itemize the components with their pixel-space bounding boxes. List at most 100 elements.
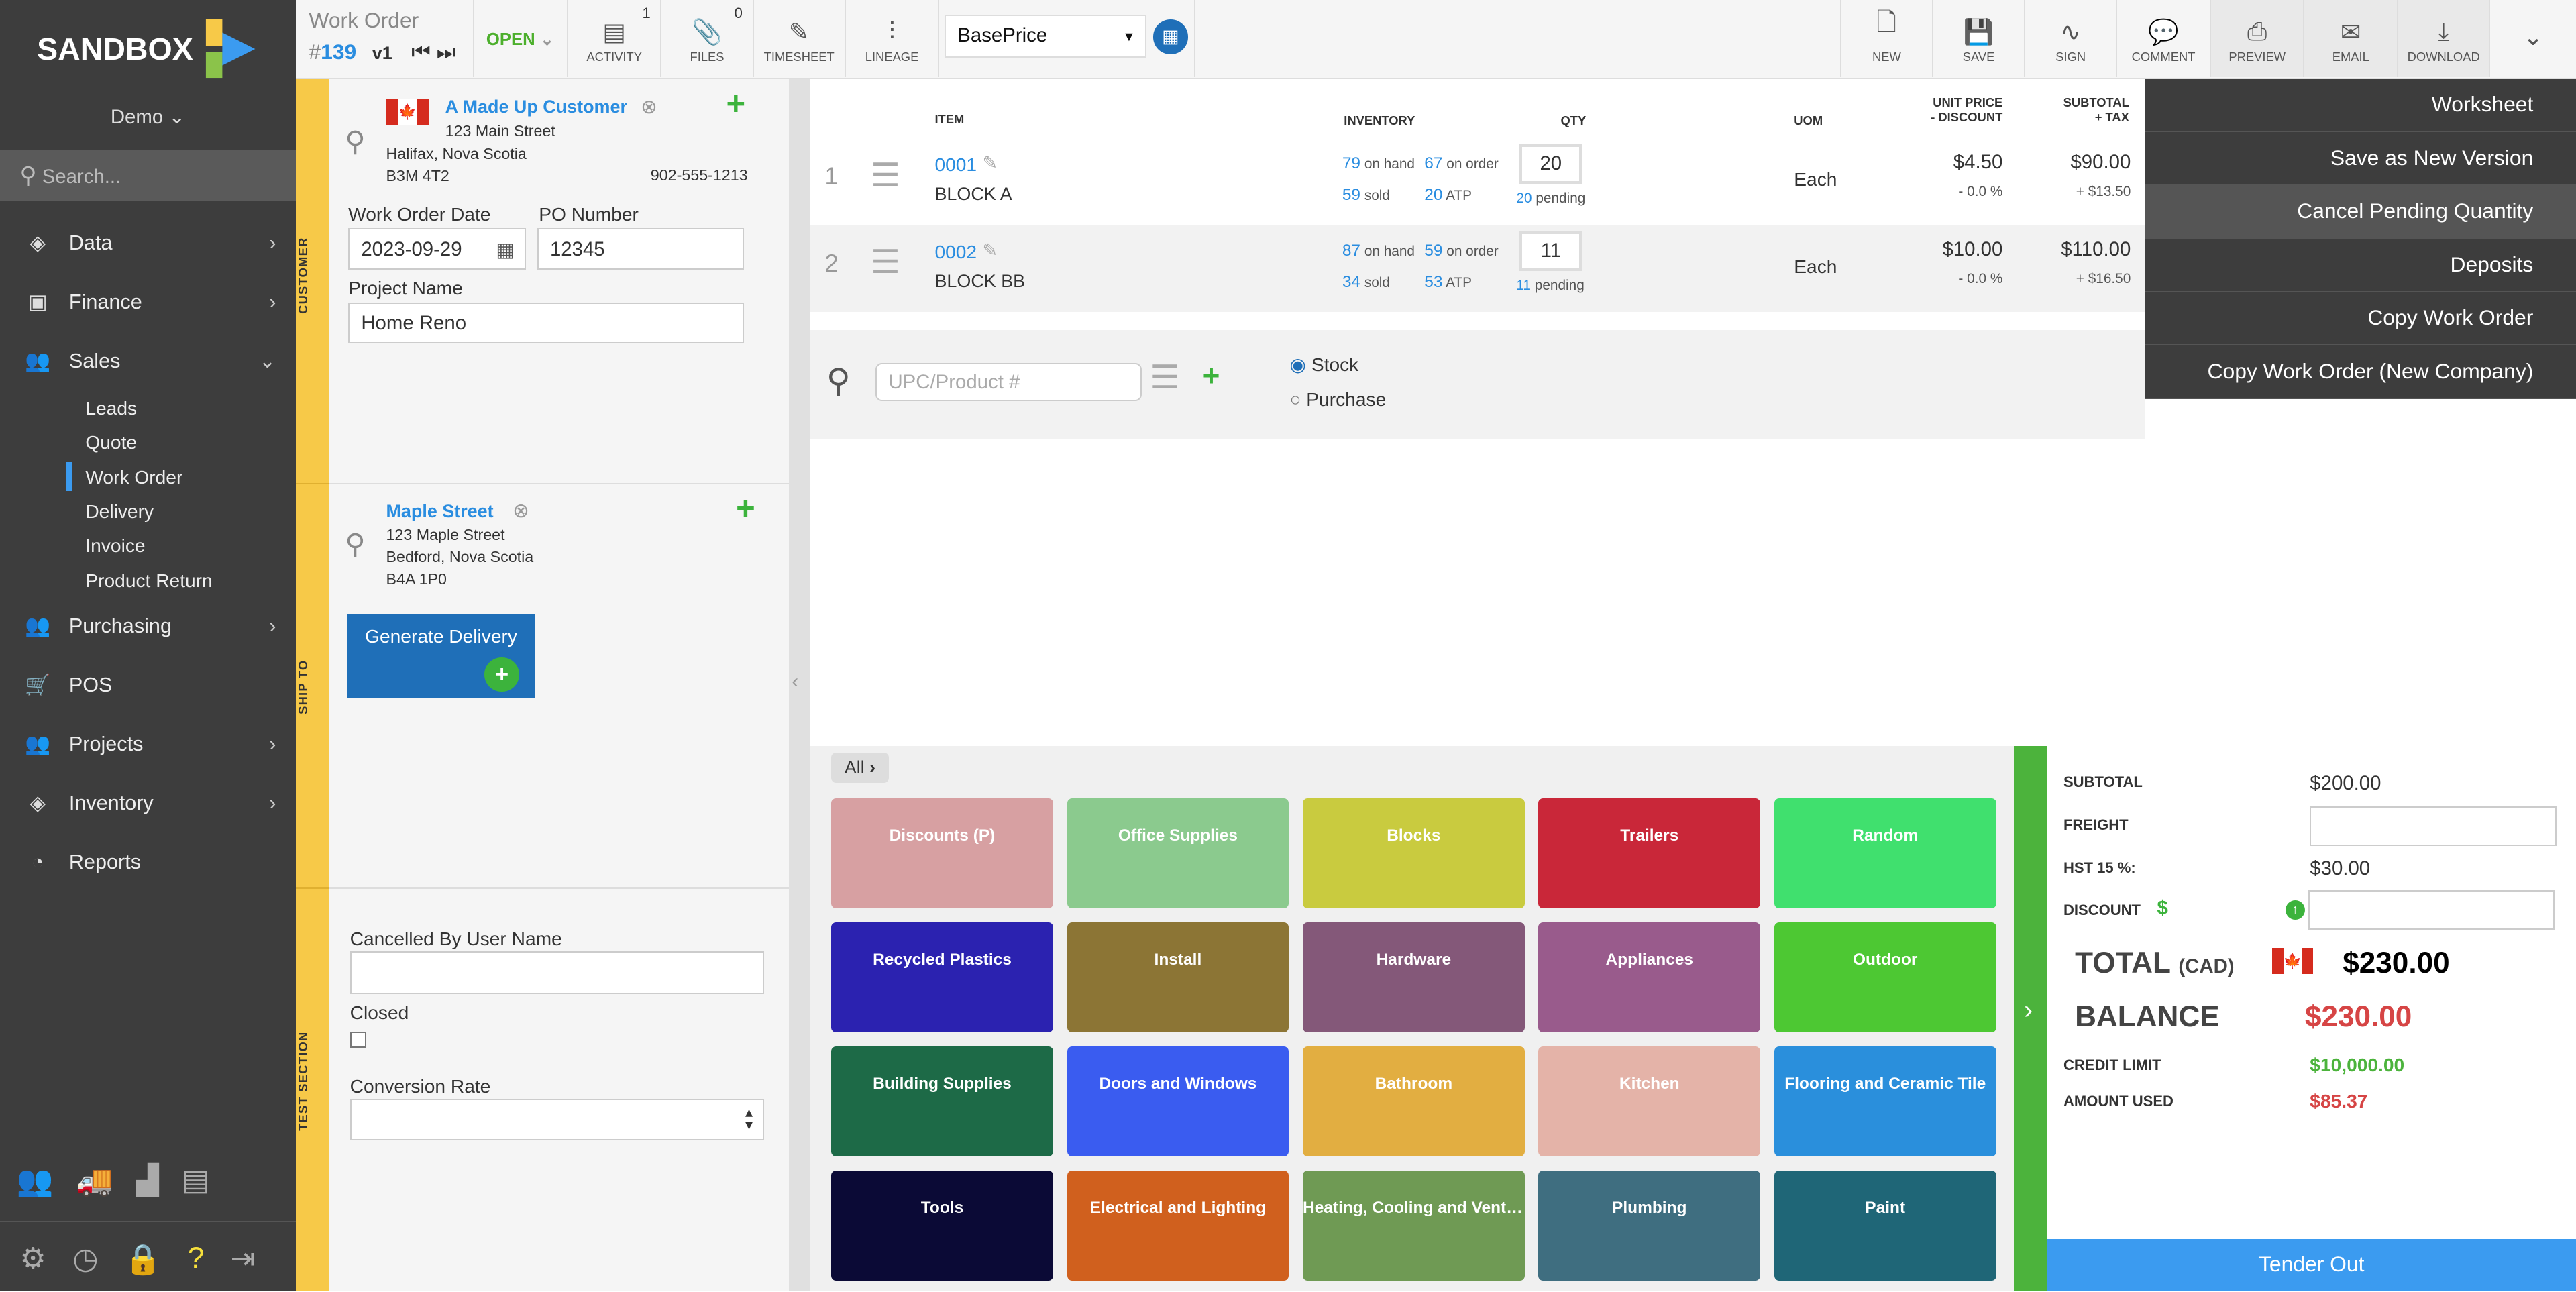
category-filter-all[interactable]: All › — [831, 752, 889, 784]
cancelled-by-input[interactable] — [350, 951, 764, 994]
logout-icon[interactable]: ⇥ — [230, 1242, 255, 1277]
stock-radio[interactable]: ◉ Stock — [1289, 354, 1358, 376]
category-tile[interactable]: Plumbing — [1538, 1170, 1761, 1281]
sidebar-item-reports[interactable]: ◔ Reports — [0, 833, 296, 892]
lock-icon[interactable]: 🔒 — [125, 1242, 162, 1277]
sidebar-search[interactable]: ⚲ Search... — [0, 149, 296, 201]
wo-date-input[interactable]: 2023-09-29 ▦ — [348, 228, 526, 270]
edit-icon[interactable]: ✎ — [982, 153, 998, 174]
discount-type-toggle[interactable]: $ — [2157, 897, 2168, 920]
category-tile[interactable]: Recycled Plastics — [831, 922, 1053, 1033]
qty-input[interactable]: 11 — [1519, 231, 1582, 272]
clear-customer-icon[interactable]: ⊗ — [641, 95, 657, 119]
category-tile[interactable]: Office Supplies — [1067, 798, 1289, 909]
menu-deposits[interactable]: Deposits — [2145, 239, 2576, 292]
freight-input[interactable] — [2310, 806, 2557, 847]
category-tile[interactable]: Bathroom — [1303, 1046, 1525, 1157]
discount-input[interactable] — [2308, 890, 2555, 930]
account-selector[interactable]: Demo ⌄ — [0, 105, 296, 129]
category-tile[interactable]: Flooring and Ceramic Tile — [1774, 1046, 1996, 1157]
sidebar-item-projects[interactable]: 👥 Projects › — [0, 714, 296, 773]
product-search-input[interactable]: UPC/Product # — [875, 363, 1142, 401]
category-tile[interactable]: Building Supplies — [831, 1046, 1053, 1157]
archive-icon[interactable]: ▤ — [182, 1163, 210, 1198]
category-tile[interactable]: Outdoor — [1774, 922, 1996, 1033]
drag-handle-icon[interactable]: ☰ — [871, 243, 900, 281]
generate-delivery-button[interactable]: Generate Delivery + — [346, 614, 536, 698]
tender-out-button[interactable]: Tender Out — [2047, 1238, 2576, 1291]
category-tile[interactable]: Blocks — [1303, 798, 1525, 909]
sidebar-sub-quote[interactable]: Quote — [85, 432, 137, 453]
sidebar-item-finance[interactable]: ▣ Finance › — [0, 273, 296, 332]
qty-input[interactable]: 20 — [1519, 144, 1582, 184]
menu-copy-work-order[interactable]: Copy Work Order — [2145, 292, 2576, 346]
save-button[interactable]: 💾 SAVE — [1932, 0, 2024, 78]
more-actions-button[interactable]: ⌄ — [2489, 0, 2576, 78]
category-tile[interactable]: Hardware — [1303, 922, 1525, 1033]
gear-icon[interactable]: ⚙ — [19, 1242, 46, 1277]
menu-cancel-pending-quantity[interactable]: Cancel Pending Quantity — [2145, 185, 2576, 239]
new-button[interactable]: 🗋 NEW — [1839, 0, 1932, 78]
customer-search-icon[interactable]: ⚲ — [345, 125, 366, 158]
ship-to-search-icon[interactable]: ⚲ — [345, 527, 366, 560]
closed-checkbox[interactable] — [350, 1031, 367, 1048]
menu-worksheet[interactable]: Worksheet — [2145, 79, 2576, 133]
users-icon[interactable]: 👥 — [16, 1163, 53, 1198]
product-search-icon[interactable]: ⚲ — [826, 362, 851, 400]
timesheet-button[interactable]: ✎ TIMESHEET — [752, 0, 845, 78]
category-tile[interactable]: Tools — [831, 1170, 1053, 1281]
sidebar-item-data[interactable]: ◈ Data › — [0, 213, 296, 272]
category-tile[interactable]: Discounts (P) — [831, 798, 1053, 909]
sidebar-sub-leads[interactable]: Leads — [85, 398, 137, 419]
calculator-icon[interactable]: ▦ — [1153, 19, 1188, 54]
arrow-up-circle-icon[interactable]: ↑ — [2285, 900, 2305, 920]
status-dropdown[interactable]: OPEN ⌄ — [486, 30, 555, 50]
add-customer-icon[interactable]: + — [726, 85, 745, 123]
purchase-radio[interactable]: ○ Purchase — [1289, 389, 1386, 411]
download-button[interactable]: ⤓ DOWNLOAD — [2397, 0, 2489, 78]
sidebar-sub-invoice[interactable]: Invoice — [85, 535, 145, 557]
category-tile[interactable]: Electrical and Lighting — [1067, 1170, 1289, 1281]
preview-button[interactable]: ⎙ PREVIEW — [2209, 0, 2304, 78]
category-tile[interactable]: Doors and Windows — [1067, 1046, 1289, 1157]
panel-splitter[interactable]: ‹ — [788, 78, 810, 1291]
sidebar-sub-delivery[interactable]: Delivery — [85, 501, 154, 523]
edit-icon[interactable]: ✎ — [982, 240, 998, 261]
add-product-icon[interactable]: + — [1203, 360, 1220, 393]
brand-logo[interactable]: SANDBOX — [0, 0, 296, 99]
sidebar-item-pos[interactable]: 🛒 POS — [0, 655, 296, 714]
sidebar-item-purchasing[interactable]: 👥 Purchasing › — [0, 596, 296, 655]
sidebar-item-inventory[interactable]: ◈ Inventory › — [0, 773, 296, 832]
category-tile[interactable]: Kitchen — [1538, 1046, 1761, 1157]
sign-button[interactable]: ∿ SIGN — [2024, 0, 2116, 78]
lineage-button[interactable]: ⫶ LINEAGE — [844, 0, 938, 78]
customer-name-link[interactable]: A Made Up Customer — [445, 97, 627, 117]
project-input[interactable]: Home Reno — [348, 302, 745, 343]
sidebar-item-sales[interactable]: 👥 Sales ⌄ — [0, 332, 296, 391]
category-tile[interactable]: Trailers — [1538, 798, 1761, 909]
category-tile[interactable]: Install — [1067, 922, 1289, 1033]
list-icon[interactable]: ☰ — [1150, 358, 1179, 396]
category-tile[interactable]: Paint — [1774, 1170, 1996, 1281]
sidebar-sub-product-return[interactable]: Product Return — [85, 570, 212, 592]
prev-version-icon[interactable]: ⏮ — [411, 40, 431, 64]
po-input[interactable]: 12345 — [537, 228, 745, 270]
activity-button[interactable]: 1 ▤ ACTIVITY — [566, 0, 661, 78]
comment-button[interactable]: 💬 COMMENT — [2116, 0, 2210, 78]
next-version-icon[interactable]: ⏭ — [437, 40, 456, 64]
clear-ship-to-icon[interactable]: ⊗ — [513, 499, 529, 523]
clock-icon[interactable]: ◷ — [72, 1242, 98, 1277]
truck-icon[interactable]: 🚚 — [76, 1163, 113, 1198]
item-code-link[interactable]: 0001 — [934, 154, 977, 176]
help-icon[interactable]: ? — [188, 1242, 205, 1277]
conversion-rate-input[interactable]: ▴ ▾ — [350, 1099, 764, 1140]
sidebar-sub-work-order[interactable]: Work Order — [85, 467, 182, 488]
drag-handle-icon[interactable]: ☰ — [871, 156, 900, 195]
menu-save-new-version[interactable]: Save as New Version — [2145, 132, 2576, 186]
item-code-link[interactable]: 0002 — [934, 241, 977, 263]
unit-price[interactable]: $10.00 — [1862, 238, 2002, 261]
add-ship-to-icon[interactable]: + — [736, 490, 755, 527]
price-list-select[interactable]: BasePrice ▼ — [945, 15, 1147, 58]
factory-icon[interactable]: ▟ — [136, 1163, 159, 1198]
category-tile[interactable]: Random — [1774, 798, 1996, 909]
